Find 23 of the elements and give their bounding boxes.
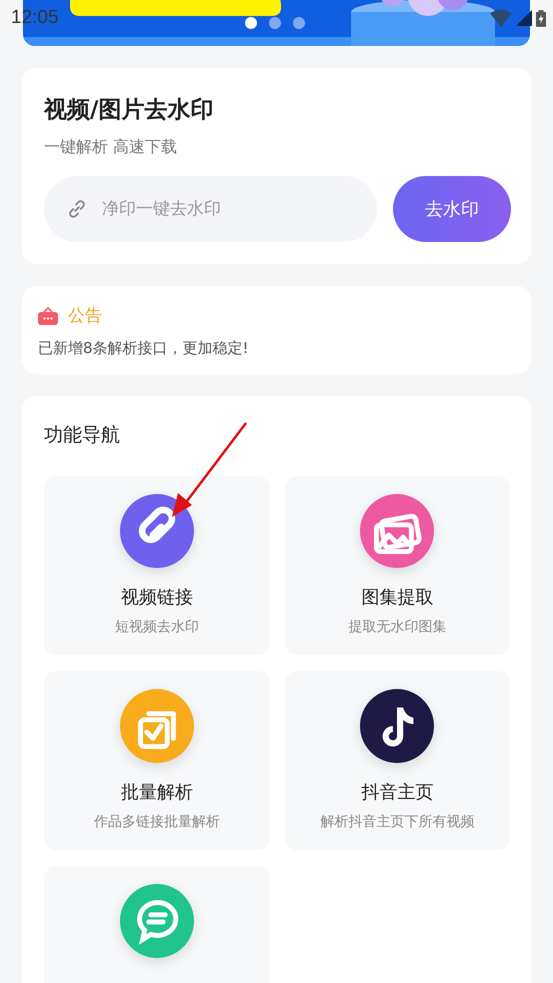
- card-title: 视频/图片去水印: [44, 96, 214, 125]
- tile-subtitle: 短视频去水印: [114, 618, 199, 636]
- notice-text: 已新增8条解析接口，更加稳定!: [38, 339, 250, 358]
- tile-subtitle: 解析抖音主页下所有视频: [320, 813, 474, 831]
- notice-icon: [38, 306, 58, 324]
- feature-tile[interactable]: 视频链接 短视频去水印: [44, 476, 270, 655]
- remove-watermark-button[interactable]: 去水印: [393, 176, 511, 242]
- tile-title: 视频链接: [120, 586, 193, 609]
- tile-title: 批量解析: [120, 781, 193, 804]
- feature-tile[interactable]: 图集提取 提取无水印图集: [284, 476, 510, 655]
- tile-title: 抖音主页: [361, 781, 434, 804]
- signal-icon: [516, 10, 532, 26]
- link-input-field[interactable]: 净印一键去水印: [44, 176, 377, 242]
- battery-icon: [536, 8, 546, 28]
- section-title: 功能导航: [44, 423, 121, 448]
- feature-tile[interactable]: 抖音主页 解析抖音主页下所有视频: [284, 671, 510, 850]
- tile-subtitle: 提取无水印图集: [348, 618, 446, 636]
- tile-subtitle: 作品多链接批量解析: [94, 813, 220, 831]
- wifi-icon: [490, 9, 512, 27]
- tile-title: 图集提取: [361, 586, 434, 609]
- notice-title: 公告: [68, 305, 102, 327]
- feature-tile[interactable]: 批量解析 作品多链接批量解析: [44, 671, 270, 850]
- card-subtitle: 一键解析 高速下载: [44, 137, 178, 158]
